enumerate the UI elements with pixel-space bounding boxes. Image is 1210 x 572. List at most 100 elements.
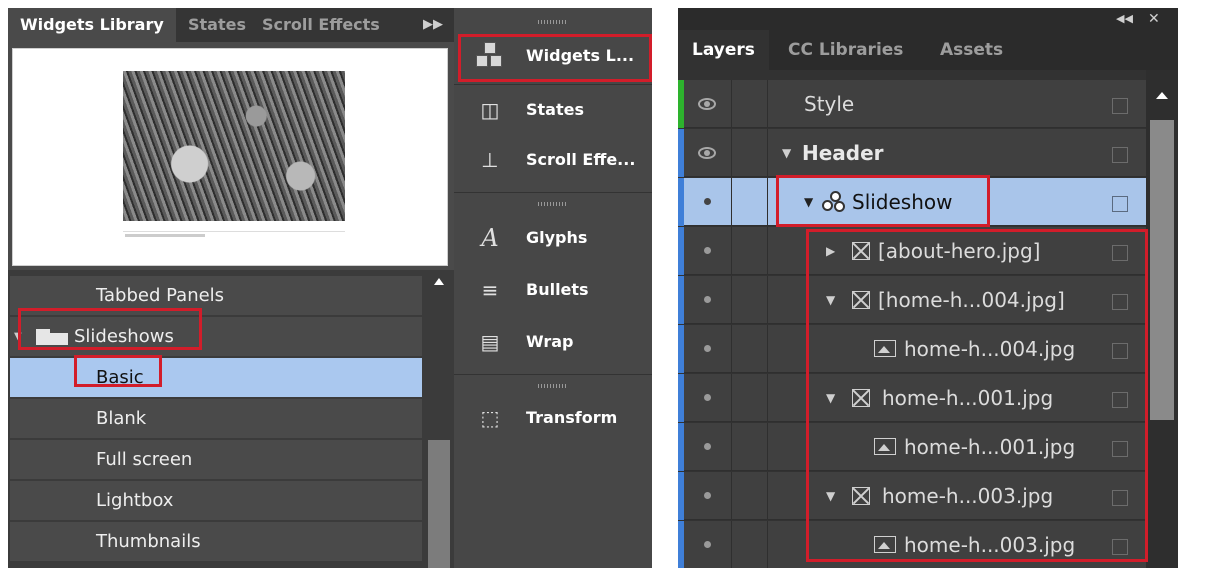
list-item-basic[interactable]: Basic	[10, 358, 422, 397]
layer-row-style[interactable]: Style	[678, 80, 1146, 128]
scroll-up-arrow-icon[interactable]	[1156, 92, 1168, 99]
layer-row-home-004-image[interactable]: home-h...004.jpg	[678, 325, 1146, 373]
list-item-tabbed-panels[interactable]: Tabbed Panels	[10, 276, 422, 315]
caret-down-icon[interactable]: ▼	[782, 129, 791, 177]
layer-row-home-003-frame[interactable]: ▼ home-h...003.jpg	[678, 472, 1146, 520]
tab-layers[interactable]: Layers	[678, 30, 769, 70]
caret-right-icon[interactable]: ▶	[826, 227, 835, 275]
target-checkbox-icon[interactable]	[1112, 490, 1128, 506]
tool-glyphs[interactable]: A Glyphs	[454, 214, 652, 262]
image-icon	[874, 438, 896, 455]
tool-widgets-library[interactable]: Widgets L...	[454, 32, 652, 80]
grip-handle-3[interactable]	[538, 384, 568, 388]
lock-cell[interactable]	[732, 521, 768, 568]
target-checkbox-icon[interactable]	[1112, 343, 1128, 359]
layer-row-about-hero[interactable]: ▶ [about-hero.jpg]	[678, 227, 1146, 275]
lock-cell[interactable]	[732, 80, 768, 128]
widgets-cube-icon	[476, 42, 504, 70]
frame-placeholder-icon	[852, 242, 870, 260]
target-checkbox-icon[interactable]	[1112, 441, 1128, 457]
tool-wrap[interactable]: ▤ Wrap	[454, 318, 652, 366]
layer-row-header[interactable]: ▼ Header	[678, 129, 1146, 177]
layer-row-home-004-frame[interactable]: ▼ [home-h...004.jpg]	[678, 276, 1146, 324]
layers-panel: ◀◀ ✕ Layers CC Libraries Assets Style ▼ …	[678, 8, 1178, 568]
layers-panel-titlebar: ◀◀ ✕	[678, 8, 1178, 30]
lock-cell[interactable]	[732, 472, 768, 520]
lock-cell[interactable]	[732, 227, 768, 275]
lock-cell[interactable]	[732, 178, 768, 226]
caret-down-icon[interactable]: ▼	[826, 374, 835, 422]
list-item-blank[interactable]: Blank	[10, 399, 422, 438]
grip-handle-2[interactable]	[538, 202, 568, 206]
widgets-list-scrollbar[interactable]	[426, 270, 452, 568]
eye-icon[interactable]	[698, 147, 716, 159]
tool-transform[interactable]: ⬚ Transform	[454, 394, 652, 442]
layers-tabbar: Layers CC Libraries Assets	[678, 30, 1178, 70]
slideshow-widget-icon	[822, 191, 846, 213]
collapse-panel-icon[interactable]: ◀◀	[1116, 8, 1133, 30]
states-icon: ◫	[480, 98, 500, 122]
target-checkbox-icon[interactable]	[1112, 196, 1128, 212]
tab-cc-libraries[interactable]: CC Libraries	[788, 30, 903, 70]
scroll-up-arrow-icon[interactable]	[434, 278, 444, 285]
visibility-dot-icon[interactable]	[704, 247, 711, 254]
tool-bullets[interactable]: ≡ Bullets	[454, 266, 652, 314]
lock-cell[interactable]	[732, 276, 768, 324]
widgets-list: Tabbed Panels ▼ Slideshows Basic Blank F…	[8, 270, 454, 568]
target-checkbox-icon[interactable]	[1112, 539, 1128, 555]
visibility-dot-icon[interactable]	[704, 345, 711, 352]
list-item-slideshows-folder[interactable]: ▼ Slideshows	[10, 317, 422, 356]
caret-down-icon[interactable]: ▼	[14, 317, 22, 356]
tab-scroll-effects[interactable]: Scroll Effects	[262, 8, 380, 42]
list-item-thumbnails[interactable]: Thumbnails	[10, 522, 422, 561]
panel-menu-forward-icon[interactable]: ▶▶	[418, 8, 448, 42]
target-checkbox-icon[interactable]	[1112, 98, 1128, 114]
image-icon	[874, 536, 896, 553]
bullets-icon: ≡	[481, 278, 499, 302]
list-item-full-screen[interactable]: Full screen	[10, 440, 422, 479]
widget-preview	[12, 48, 448, 266]
layer-row-home-001-image[interactable]: home-h...001.jpg	[678, 423, 1146, 471]
visibility-dot-icon[interactable]	[704, 492, 711, 499]
caret-down-icon[interactable]: ▼	[826, 472, 835, 520]
frame-placeholder-icon	[852, 291, 870, 309]
layer-row-home-001-frame[interactable]: ▼ home-h...001.jpg	[678, 374, 1146, 422]
target-checkbox-icon[interactable]	[1112, 147, 1128, 163]
tool-states[interactable]: ◫ States	[454, 86, 652, 134]
frame-placeholder-icon	[852, 487, 870, 505]
tab-states[interactable]: States	[188, 8, 246, 42]
tab-assets[interactable]: Assets	[940, 30, 1003, 70]
visibility-dot-icon[interactable]	[704, 541, 711, 548]
target-checkbox-icon[interactable]	[1112, 294, 1128, 310]
tool-strip: Widgets L... ◫ States ⊥ Scroll Effe... A…	[454, 8, 652, 568]
grip-handle[interactable]	[538, 20, 568, 24]
visibility-dot-icon[interactable]	[704, 198, 711, 205]
eye-icon[interactable]	[698, 98, 716, 110]
widgets-tabbar: Widgets Library States Scroll Effects ▶▶	[8, 8, 454, 42]
visibility-dot-icon[interactable]	[704, 443, 711, 450]
tab-widgets-library[interactable]: Widgets Library	[8, 8, 176, 42]
scroll-effects-icon: ⊥	[481, 148, 499, 172]
layer-row-slideshow[interactable]: ▼ Slideshow	[678, 178, 1146, 226]
wrap-icon: ▤	[480, 330, 500, 354]
list-item-lightbox[interactable]: Lightbox	[10, 481, 422, 520]
glyph-a-icon: A	[481, 224, 499, 252]
target-checkbox-icon[interactable]	[1112, 245, 1128, 261]
target-checkbox-icon[interactable]	[1112, 392, 1128, 408]
layer-row-home-003-image[interactable]: home-h...003.jpg	[678, 521, 1146, 568]
lock-cell[interactable]	[732, 423, 768, 471]
tool-scroll-effects[interactable]: ⊥ Scroll Effe...	[454, 136, 652, 184]
frame-placeholder-icon	[852, 389, 870, 407]
lock-cell[interactable]	[732, 325, 768, 373]
scrollbar-thumb[interactable]	[428, 440, 450, 568]
visibility-dot-icon[interactable]	[704, 296, 711, 303]
scrollbar-thumb[interactable]	[1150, 120, 1174, 420]
caret-down-icon[interactable]: ▼	[826, 276, 835, 324]
layers-scrollbar[interactable]	[1146, 70, 1178, 568]
lock-cell[interactable]	[732, 129, 768, 177]
visibility-dot-icon[interactable]	[704, 394, 711, 401]
caret-down-icon[interactable]: ▼	[804, 178, 813, 226]
close-icon[interactable]: ✕	[1148, 8, 1160, 30]
lock-cell[interactable]	[732, 374, 768, 422]
preview-photo	[123, 71, 345, 221]
